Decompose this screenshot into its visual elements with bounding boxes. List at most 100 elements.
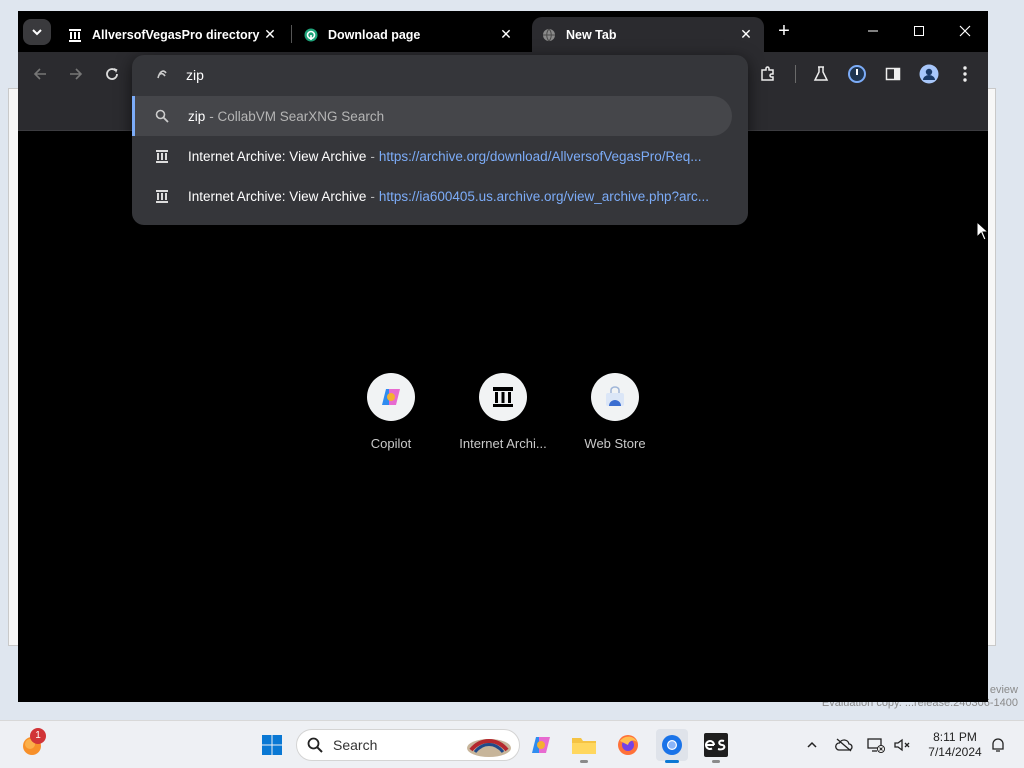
everything-es-icon [704,733,728,757]
suggestion-sub-text: - [370,148,375,164]
extension-circle-icon [848,65,866,83]
shortcut-copilot[interactable]: Copilot [341,373,441,451]
forward-button[interactable] [65,63,87,85]
suggestion-sub-text: - CollabVM SearXNG Search [209,108,385,124]
chrome-icon [662,735,682,755]
mouse-cursor-icon [976,221,988,241]
show-hidden-icons-button[interactable] [802,735,822,755]
chrome-button[interactable] [656,729,688,763]
shortcut-tile [367,373,415,421]
reload-button[interactable] [101,63,123,85]
copilot-icon [382,389,400,405]
archive-icon [68,28,82,42]
tab-label: AllversofVegasPro directory lis [92,27,262,42]
volume-tray-icon[interactable] [892,735,912,755]
shortcut-label: Internet Archi... [459,436,547,451]
arrow-right-icon [70,68,83,80]
search-icon [154,108,170,124]
reload-icon [106,68,118,80]
tab-download-page[interactable]: Download page ✕ [294,17,524,52]
tab-separator [291,25,292,43]
everything-search-button[interactable] [700,729,732,763]
network-disconnected-icon [867,738,885,753]
chevron-up-icon [807,741,817,748]
suggestion-url: https://archive.org/download/AllversofVe… [378,148,702,164]
tab-allversofvegaspro[interactable]: AllversofVegasPro directory lis ✕ [58,17,288,52]
minimize-icon [868,30,878,32]
windows-start-icon [262,735,282,755]
notification-bell-icon [992,738,1004,752]
suggestion-url: https://ia600405.us.archive.org/view_arc… [378,188,710,204]
shortcut-tile [591,373,639,421]
clock-time: 8:11 PM [933,730,977,744]
more-vertical-icon [963,66,967,82]
web-store-icon [606,386,624,406]
taskbar-clock[interactable]: 8:11 PM 7/14/2024 [920,730,990,760]
close-icon[interactable]: ✕ [262,26,278,43]
suggestion-main-text: Internet Archive: View Archive [188,148,367,164]
shortcut-internet-archive[interactable]: Internet Archi... [453,373,553,451]
shortcut-web-store[interactable]: Web Store [565,373,665,451]
tab-search-button[interactable] [23,19,51,45]
tab-new-tab[interactable]: New Tab ✕ [532,17,764,52]
flask-icon [813,66,829,81]
side-panel-icon [885,67,901,81]
back-button[interactable] [29,63,51,85]
suggestion-main-text: zip [188,108,206,124]
file-explorer-button[interactable] [568,729,600,763]
firefox-button[interactable] [612,729,644,761]
start-button[interactable] [256,729,288,761]
suggestion-history[interactable]: Internet Archive: View Archive - https:/… [132,176,732,216]
toolbar-separator [795,65,796,83]
volume-muted-icon [894,738,910,752]
searxng-icon [157,70,167,79]
suggestion-history[interactable]: Internet Archive: View Archive - https:/… [132,136,732,176]
windows-taskbar: 1 Search 8:11 PM 7/14/2024 [0,720,1024,768]
firefox-icon [618,735,638,755]
new-tab-button[interactable]: + [774,21,794,41]
suggestion-search[interactable]: zip - CollabVM SearXNG Search [132,96,732,136]
active-indicator [665,760,679,763]
address-bar[interactable]: zip [132,55,748,95]
close-window-button[interactable] [950,17,980,45]
arrow-left-icon [33,68,46,80]
suggestion-sub-text: - [370,188,375,204]
puzzle-icon [761,66,774,81]
maximize-button[interactable] [904,17,934,45]
archive-icon [493,387,513,407]
copilot-taskbar-button[interactable] [525,729,557,761]
copilot-icon [532,737,550,753]
search-highlight-icon [467,739,511,757]
archive-icon [154,148,170,164]
clock-date: 7/14/2024 [928,745,982,759]
notification-badge: 1 [30,728,46,744]
extension-button[interactable] [846,63,868,85]
search-icon [307,737,323,753]
tab-strip: AllversofVegasPro directory lis ✕ Downlo… [18,11,988,52]
taskbar-search[interactable]: Search [296,729,520,761]
side-panel-button[interactable] [882,63,904,85]
onedrive-tray-icon[interactable] [834,735,854,755]
minimize-button[interactable] [858,17,888,45]
menu-button[interactable] [954,63,976,85]
shortcut-label: Copilot [370,436,412,451]
address-bar-text: zip [186,67,204,83]
profile-button[interactable] [918,63,940,85]
labs-button[interactable] [810,63,832,85]
running-indicator [712,760,720,763]
cloud-offline-icon [835,738,853,752]
taskbar-search-label: Search [333,737,378,753]
omnibox-dropdown: zip zip - CollabVM SearXNG Search Intern… [132,55,748,225]
close-icon [959,25,971,37]
globe-icon [542,28,556,42]
notification-center-button[interactable] [988,735,1008,755]
suggestion-main-text: Internet Archive: View Archive [188,188,367,204]
extensions-button[interactable] [757,63,779,85]
browser-window: AllversofVegasPro directory lis ✕ Downlo… [18,11,988,702]
selection-indicator [132,96,135,136]
close-icon[interactable]: ✕ [498,26,514,43]
close-icon[interactable]: ✕ [738,26,754,43]
network-tray-icon[interactable] [866,735,886,755]
shortcut-tile [479,373,527,421]
download-page-icon [304,28,318,42]
